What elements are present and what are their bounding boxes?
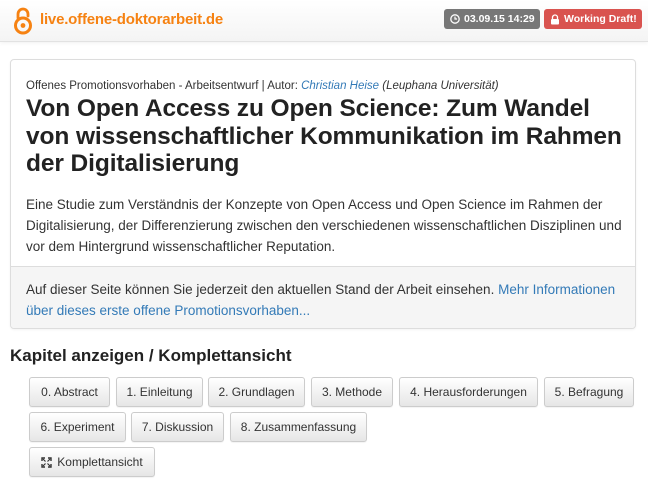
footer-info: Auf dieser Seite können Sie jederzeit de… xyxy=(26,282,499,297)
date-badge: 03.09.15 14:29 xyxy=(444,9,540,29)
abstract-text: Eine Studie zum Verständnis der Konzepte… xyxy=(26,197,622,254)
full-view-label: Komplettansicht xyxy=(57,455,143,469)
chapter-button-diskussion[interactable]: 7. Diskussion xyxy=(131,412,224,442)
date-badge-label: 03.09.15 14:29 xyxy=(464,13,535,25)
footer-text: Auf dieser Seite können Sie jederzeit de… xyxy=(26,279,626,321)
lock-icon xyxy=(551,13,559,24)
site-home-link[interactable]: live.offene-doktorarbeit.de xyxy=(40,11,223,28)
clock-icon xyxy=(450,14,460,24)
intro-panel: Offenes Promotionsvorhaben - Arbeitsentw… xyxy=(10,59,636,329)
chapter-button-befragung[interactable]: 5. Befragung xyxy=(544,377,634,407)
chapter-button-methode[interactable]: 3. Methode xyxy=(311,377,393,407)
full-view-button[interactable]: Komplettansicht xyxy=(29,447,155,477)
draft-status-label: Working Draft! xyxy=(564,13,637,25)
chapters-heading: Kapitel anzeigen / Komplettansicht xyxy=(10,346,292,365)
chapter-button-zusammenfassung[interactable]: 8. Zusammenfassung xyxy=(230,412,367,442)
meta-prefix: Offenes Promotionsvorhaben - Arbeitsentw… xyxy=(26,80,302,92)
chapter-button-grundlagen[interactable]: 2. Grundlagen xyxy=(208,377,305,407)
author-link[interactable]: Christian Heise xyxy=(301,80,379,92)
draft-status-badge: Working Draft! xyxy=(544,9,642,29)
chapter-button-abstract[interactable]: 0. Abstract xyxy=(29,377,110,407)
top-navbar: live.offene-doktorarbeit.de 03.09.15 14:… xyxy=(0,0,648,42)
open-access-lock-icon[interactable] xyxy=(13,7,33,35)
chapter-button-experiment[interactable]: 6. Experiment xyxy=(29,412,126,442)
expand-icon xyxy=(41,456,52,468)
document-meta: Offenes Promotionsvorhaben - Arbeitsentw… xyxy=(26,80,499,92)
panel-footer: Auf dieser Seite können Sie jederzeit de… xyxy=(11,266,635,328)
page-title: Von Open Access zu Open Science: Zum Wan… xyxy=(26,95,622,177)
chapter-button-herausforderungen[interactable]: 4. Herausforderungen xyxy=(399,377,538,407)
author-affiliation: (Leuphana Universität) xyxy=(379,80,499,92)
chapter-button-einleitung[interactable]: 1. Einleitung xyxy=(116,377,203,407)
